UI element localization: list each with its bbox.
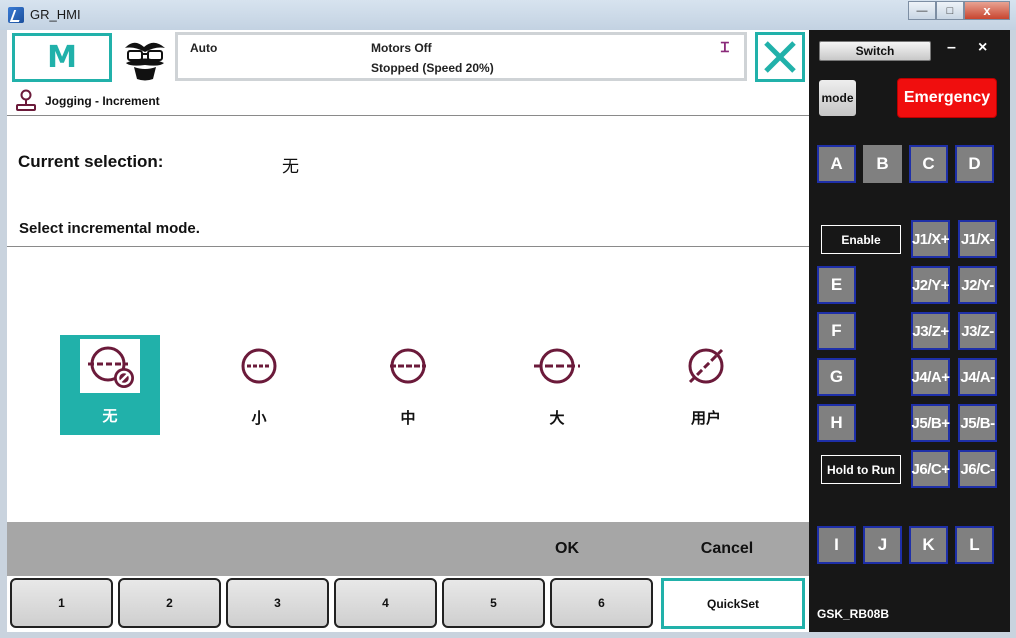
- app-icon: [8, 7, 24, 23]
- key-f[interactable]: F: [817, 312, 856, 350]
- jog-j4-minus[interactable]: J4/A-: [958, 358, 997, 396]
- switch-button[interactable]: Switch: [819, 41, 931, 61]
- divider: [7, 246, 809, 247]
- mode-button[interactable]: mode: [819, 80, 856, 116]
- task-tab-6[interactable]: 6: [550, 578, 653, 628]
- key-j[interactable]: J: [863, 526, 902, 564]
- increment-user-icon: [688, 348, 724, 384]
- window-title: GR_HMI: [30, 7, 81, 22]
- jog-j3-plus[interactable]: J3/Z+: [911, 312, 950, 350]
- status-motors: Motors Off: [371, 41, 432, 55]
- top-header: M Auto Motors Off Stopped (Speed 20%) Ɪ: [7, 30, 809, 85]
- increment-option-medium[interactable]: 中: [358, 335, 458, 435]
- key-k[interactable]: K: [909, 526, 948, 564]
- action-bar: OK Cancel: [7, 522, 809, 576]
- main-panel: M Auto Motors Off Stopped (Speed 20%) Ɪ: [7, 30, 809, 632]
- instruction-text: Select incremental mode.: [19, 220, 200, 237]
- task-tab-2[interactable]: 2: [118, 578, 221, 628]
- operator-face-icon: [125, 42, 165, 81]
- side-close-button[interactable]: ×: [978, 39, 987, 57]
- key-h[interactable]: H: [817, 404, 856, 442]
- increment-large-icon: [534, 348, 580, 384]
- task-tab-5[interactable]: 5: [442, 578, 545, 628]
- controller-model: GSK_RB08B: [817, 607, 890, 621]
- jog-j2-minus[interactable]: J2/Y-: [958, 266, 997, 304]
- increment-option-small[interactable]: 小: [209, 335, 309, 435]
- task-tab-4[interactable]: 4: [334, 578, 437, 628]
- option-label: 中: [400, 410, 416, 427]
- current-selection-label: Current selection:: [18, 152, 164, 171]
- jog-j1-minus[interactable]: J1/X-: [958, 220, 997, 258]
- option-label: 用户: [690, 410, 721, 427]
- joystick-icon: [16, 89, 36, 111]
- increment-medium-icon: [390, 348, 426, 384]
- option-label: 无: [102, 408, 118, 425]
- cancel-button[interactable]: Cancel: [679, 532, 775, 566]
- view-title: Jogging - Increment: [45, 94, 160, 108]
- option-label: 大: [549, 410, 565, 427]
- side-minimize-button[interactable]: –: [947, 39, 956, 57]
- jog-j3-minus[interactable]: J3/Z-: [958, 312, 997, 350]
- enable-button[interactable]: Enable: [821, 225, 901, 254]
- tool-icon: Ɪ: [721, 39, 729, 55]
- jog-j1-plus[interactable]: J1/X+: [911, 220, 950, 258]
- ok-button[interactable]: OK: [535, 532, 599, 566]
- window-maximize-button[interactable]: □: [936, 1, 964, 20]
- key-a[interactable]: A: [817, 145, 856, 183]
- key-b[interactable]: B: [863, 145, 902, 183]
- pendant-side-panel: Switch – × mode Emergency A B C D Enable…: [809, 30, 1010, 632]
- quickset-button[interactable]: QuickSet: [661, 578, 805, 629]
- key-g[interactable]: G: [817, 358, 856, 396]
- status-box: Auto Motors Off Stopped (Speed 20%) Ɪ: [175, 32, 747, 81]
- view-subheader: Jogging - Increment: [7, 86, 809, 116]
- status-mode: Auto: [190, 41, 218, 55]
- jog-j6-plus[interactable]: J6/C+: [911, 450, 950, 488]
- key-d[interactable]: D: [955, 145, 994, 183]
- increment-option-user[interactable]: 用户: [656, 335, 756, 435]
- task-tab-bar: 1 2 3 4 5 6 QuickSet: [7, 576, 809, 632]
- hold-to-run-button[interactable]: Hold to Run: [821, 455, 901, 484]
- increment-small-icon: [241, 348, 277, 384]
- increment-none-icon: [88, 346, 134, 388]
- jog-j4-plus[interactable]: J4/A+: [911, 358, 950, 396]
- key-e[interactable]: E: [817, 266, 856, 304]
- manual-mode-button[interactable]: M: [12, 33, 112, 82]
- increment-option-none[interactable]: 无: [60, 335, 160, 435]
- jog-j2-plus[interactable]: J2/Y+: [911, 266, 950, 304]
- task-tab-3[interactable]: 3: [226, 578, 329, 628]
- window-close-button[interactable]: x: [964, 1, 1010, 20]
- jog-j5-minus[interactable]: J5/B-: [958, 404, 997, 442]
- jog-j6-minus[interactable]: J6/C-: [958, 450, 997, 488]
- window-minimize-button[interactable]: —: [908, 1, 936, 20]
- mode-letter: M: [47, 40, 77, 75]
- window-controls: — □ x: [908, 1, 1010, 20]
- option-label: 小: [251, 410, 267, 427]
- key-i[interactable]: I: [817, 526, 856, 564]
- window-titlebar: GR_HMI — □ x: [0, 0, 1016, 30]
- close-icon: [764, 41, 796, 73]
- current-selection-value: 无: [282, 157, 299, 176]
- key-c[interactable]: C: [909, 145, 948, 183]
- task-tab-1[interactable]: 1: [10, 578, 113, 628]
- jog-j5-plus[interactable]: J5/B+: [911, 404, 950, 442]
- increment-option-large[interactable]: 大: [507, 335, 607, 435]
- key-l[interactable]: L: [955, 526, 994, 564]
- close-view-button[interactable]: [755, 32, 805, 82]
- status-speed: Stopped (Speed 20%): [371, 61, 494, 75]
- emergency-button[interactable]: Emergency: [897, 78, 997, 118]
